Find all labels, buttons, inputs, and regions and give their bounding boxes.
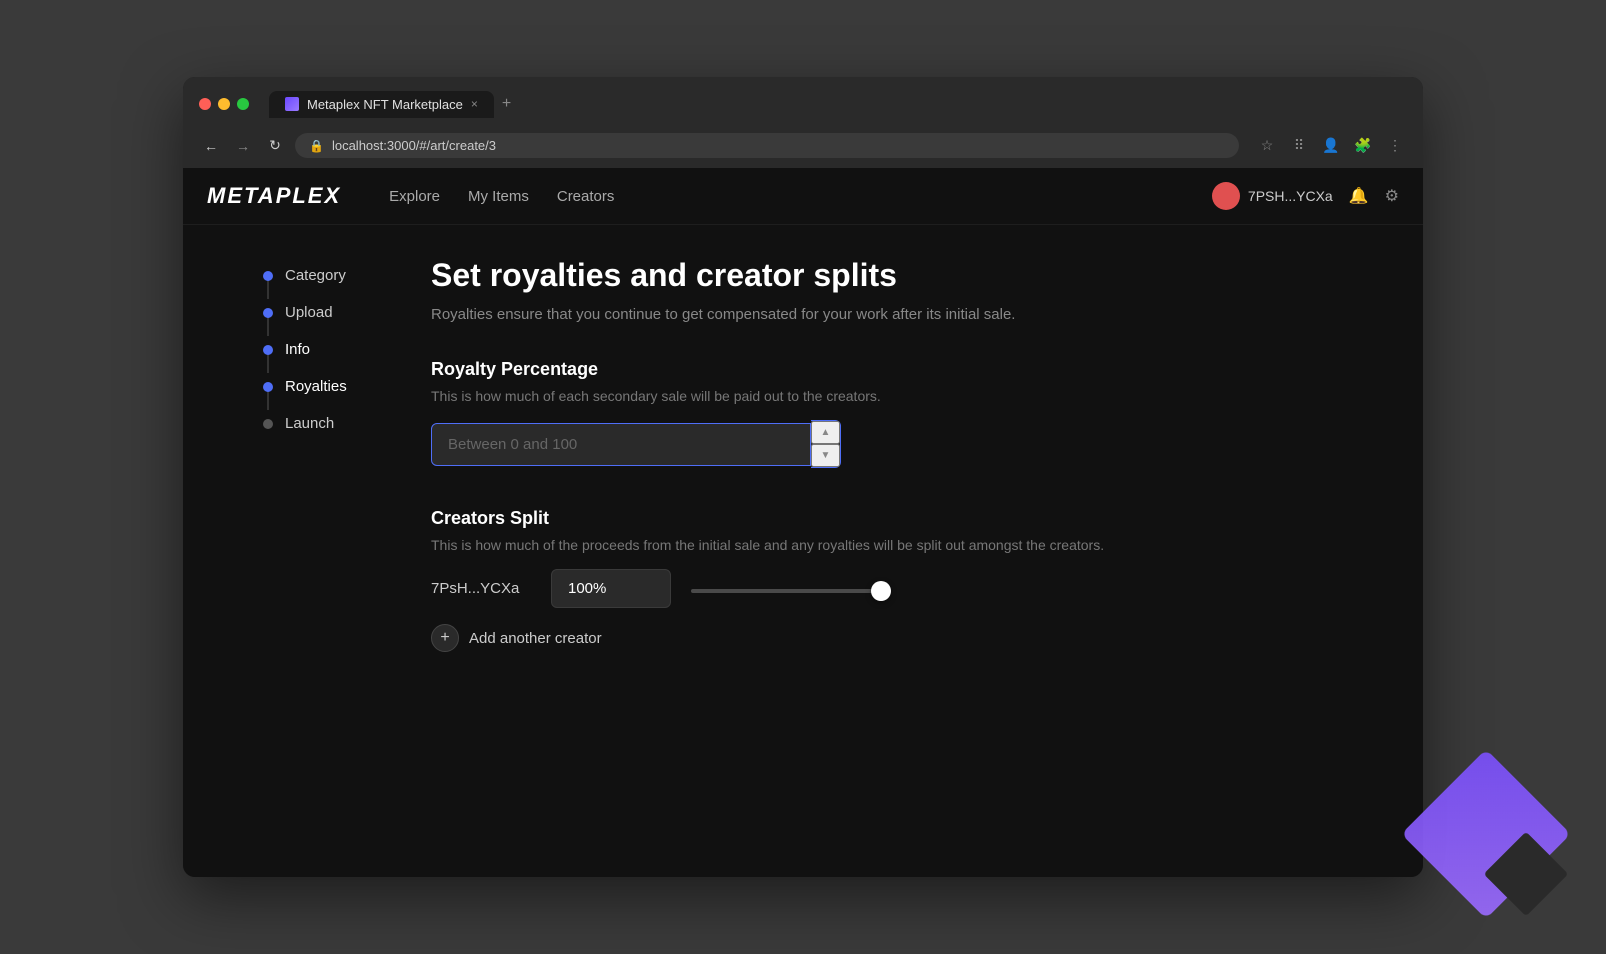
minimize-button[interactable] (218, 98, 230, 110)
browser-actions: ☆ ⠿ 👤 🧩 ⋮ (1255, 137, 1407, 154)
puzzle-icon[interactable]: 🧩 (1351, 137, 1375, 154)
royalty-spinner: ▲ ▼ (811, 420, 841, 468)
extensions-icon[interactable]: ⠿ (1287, 137, 1311, 154)
add-creator-icon: + (431, 624, 459, 652)
profile-icon[interactable]: 👤 (1319, 137, 1343, 154)
tab-bar: Metaplex NFT Marketplace × + (269, 89, 1407, 119)
step-label-info: Info (285, 341, 310, 358)
step-dot-royalties (263, 382, 273, 392)
forward-button[interactable]: → (231, 138, 255, 154)
step-dot-category (263, 271, 273, 281)
main-layout: Category Upload Info (183, 225, 1423, 877)
royalty-desc: This is how much of each secondary sale … (431, 388, 1235, 404)
royalty-section: Royalty Percentage This is how much of e… (431, 359, 1235, 468)
nav-links: Explore My Items Creators (389, 188, 614, 205)
menu-icon[interactable]: ⋮ (1383, 137, 1407, 154)
bell-icon[interactable]: 🔔 (1349, 186, 1369, 206)
nav-explore[interactable]: Explore (389, 188, 440, 205)
sidebar: Category Upload Info (183, 257, 383, 845)
new-tab-button[interactable]: + (494, 89, 519, 119)
step-dot-upload (263, 308, 273, 318)
page-subtitle: Royalties ensure that you continue to ge… (431, 306, 1235, 323)
nav-right: 7PSH...YCXa 🔔 ⚙ (1212, 182, 1399, 210)
creators-title: Creators Split (431, 508, 1235, 529)
metaplex-logo: METAPLEX (207, 183, 341, 209)
royalty-title: Royalty Percentage (431, 359, 1235, 380)
royalty-input-wrapper: ▲ ▼ (431, 420, 1235, 468)
creator-row-0: 7PsH...YCXa (431, 569, 1235, 608)
back-button[interactable]: ← (199, 138, 223, 154)
step-upload[interactable]: Upload (263, 294, 383, 331)
user-address: 7PSH...YCXa (1248, 188, 1333, 204)
step-launch[interactable]: Launch (263, 405, 383, 442)
add-creator-button[interactable]: + Add another creator (431, 624, 602, 652)
lock-icon: 🔒 (309, 139, 324, 153)
user-badge[interactable]: 7PSH...YCXa (1212, 182, 1333, 210)
traffic-lights (199, 98, 249, 110)
maximize-button[interactable] (237, 98, 249, 110)
close-button[interactable] (199, 98, 211, 110)
creator-slider-0[interactable] (691, 589, 891, 593)
step-list: Category Upload Info (263, 257, 383, 442)
nav-creators[interactable]: Creators (557, 188, 615, 205)
page-content: METAPLEX Explore My Items Creators 7PSH.… (183, 168, 1423, 877)
step-label-category: Category (285, 267, 346, 284)
settings-icon[interactable]: ⚙ (1385, 186, 1399, 206)
tab-title: Metaplex NFT Marketplace (307, 97, 463, 112)
step-dot-launch (263, 419, 273, 429)
royalty-input[interactable] (431, 423, 811, 466)
nav-my-items[interactable]: My Items (468, 188, 529, 205)
tab-close-button[interactable]: × (471, 97, 478, 111)
step-label-upload: Upload (285, 304, 333, 321)
address-bar-row: ← → ↻ 🔒 localhost:3000/#/art/create/3 ☆ … (183, 127, 1423, 168)
address-text: localhost:3000/#/art/create/3 (332, 138, 496, 153)
spinner-down-button[interactable]: ▼ (811, 444, 840, 467)
spinner-up-button[interactable]: ▲ (811, 421, 840, 444)
step-info[interactable]: Info (263, 331, 383, 368)
creator-slider-wrapper-0 (691, 580, 891, 598)
step-category[interactable]: Category (263, 257, 383, 294)
creators-desc: This is how much of the proceeds from th… (431, 537, 1235, 553)
add-creator-label: Add another creator (469, 630, 602, 647)
step-royalties[interactable]: Royalties (263, 368, 383, 405)
address-bar[interactable]: 🔒 localhost:3000/#/art/create/3 (295, 133, 1239, 158)
page-title: Set royalties and creator splits (431, 257, 1235, 294)
creators-section: Creators Split This is how much of the p… (431, 508, 1235, 652)
step-label-launch: Launch (285, 415, 334, 432)
user-avatar (1212, 182, 1240, 210)
step-dot-info (263, 345, 273, 355)
active-tab[interactable]: Metaplex NFT Marketplace × (269, 91, 494, 118)
tab-favicon (285, 97, 299, 111)
step-label-royalties: Royalties (285, 378, 347, 395)
creator-percent-input-0[interactable] (551, 569, 671, 608)
creator-address-0: 7PsH...YCXa (431, 580, 531, 597)
top-nav: METAPLEX Explore My Items Creators 7PSH.… (183, 168, 1423, 225)
bookmark-icon[interactable]: ☆ (1255, 137, 1279, 154)
main-content: Set royalties and creator splits Royalti… (383, 257, 1283, 845)
refresh-button[interactable]: ↻ (263, 137, 287, 154)
